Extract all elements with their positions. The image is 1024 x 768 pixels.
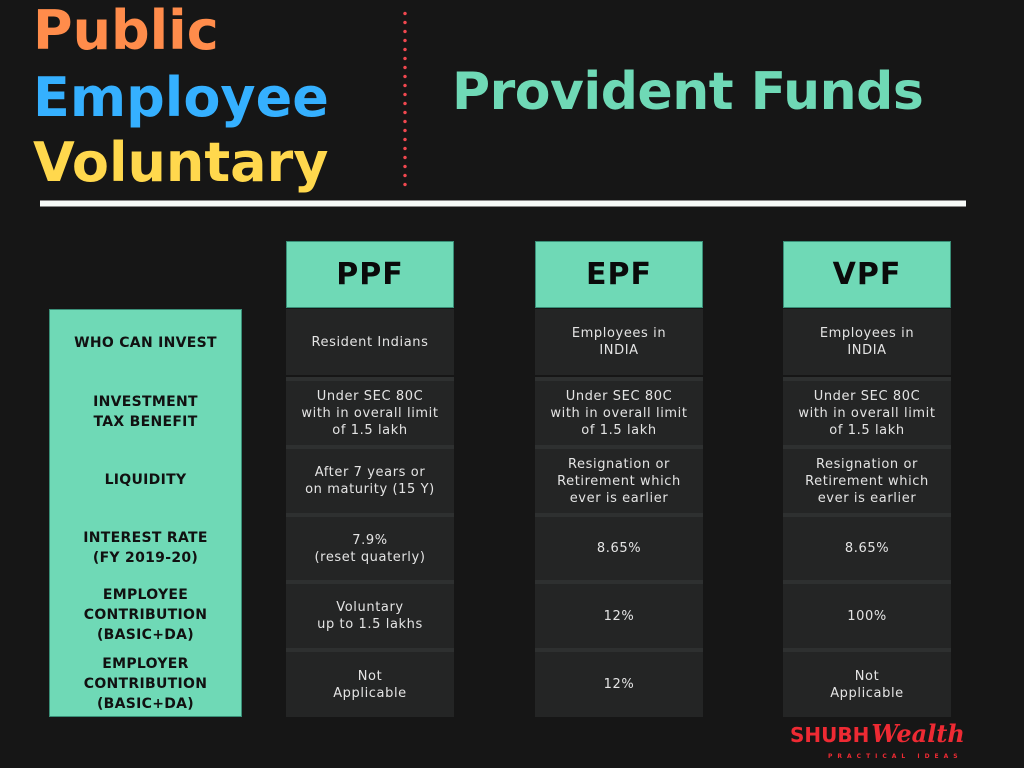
header-rule <box>40 200 966 207</box>
table-cell: Resignation or Retirement which ever is … <box>535 445 703 513</box>
brand-logo: SHUBHWealth PRACTICAL IDEAS <box>790 720 990 764</box>
column-header-epf: EPF <box>535 241 703 308</box>
table-cell: 8.65% <box>535 513 703 580</box>
title-word-public: Public <box>33 0 219 62</box>
row-label-panel: WHO CAN INVEST INVESTMENT TAX BENEFIT LI… <box>49 309 242 717</box>
table-cell: Voluntary up to 1.5 lakhs <box>286 580 454 648</box>
logo-tagline: PRACTICAL IDEAS <box>828 753 963 760</box>
table-cell: Under SEC 80C with in overall limit of 1… <box>286 377 454 445</box>
row-label-who-can-invest: WHO CAN INVEST <box>74 335 217 351</box>
table-cell: Employees in INDIA <box>783 309 951 375</box>
table-cell: 12% <box>535 648 703 717</box>
table-cell: 7.9% (reset quaterly) <box>286 513 454 580</box>
table-cell: After 7 years or on maturity (15 Y) <box>286 445 454 513</box>
column-epf: EPF Employees in INDIA Under SEC 80C wit… <box>535 241 703 717</box>
row-label-employee-contribution: EMPLOYEE CONTRIBUTION (BASIC+DA) <box>83 587 208 643</box>
table-cell: 100% <box>783 580 951 648</box>
column-vpf: VPF Employees in INDIA Under SEC 80C wit… <box>783 241 951 717</box>
dotted-divider <box>403 9 407 191</box>
table-cell: Not Applicable <box>286 648 454 717</box>
logo-wealth: Wealth <box>871 719 965 748</box>
row-label-liquidity: LIQUIDITY <box>104 472 187 488</box>
table-cell: Resident Indians <box>286 309 454 375</box>
row-label-tax-benefit: INVESTMENT TAX BENEFIT <box>93 394 198 430</box>
logo-wordmark: SHUBHWealth <box>790 722 965 746</box>
column-ppf: PPF Resident Indians Under SEC 80C with … <box>286 241 454 717</box>
row-label-interest-rate: INTEREST RATE (FY 2019-20) <box>83 529 208 566</box>
column-header-vpf: VPF <box>783 241 951 308</box>
table-cell: Resignation or Retirement which ever is … <box>783 445 951 513</box>
title-word-voluntary: Voluntary <box>33 131 329 194</box>
column-header-ppf: PPF <box>286 241 454 308</box>
table-cell: Not Applicable <box>783 648 951 717</box>
table-cell: Under SEC 80C with in overall limit of 1… <box>535 377 703 445</box>
logo-shubh: SHUBH <box>790 723 870 747</box>
page-title: Provident Funds <box>452 62 924 122</box>
table-cell: 12% <box>535 580 703 648</box>
title-word-employee: Employee <box>33 66 329 129</box>
table-cell: 8.65% <box>783 513 951 580</box>
table-cell: Employees in INDIA <box>535 309 703 375</box>
table-cell: Under SEC 80C with in overall limit of 1… <box>783 377 951 445</box>
row-label-employer-contribution: EMPLOYER CONTRIBUTION (BASIC+DA) <box>83 655 208 712</box>
